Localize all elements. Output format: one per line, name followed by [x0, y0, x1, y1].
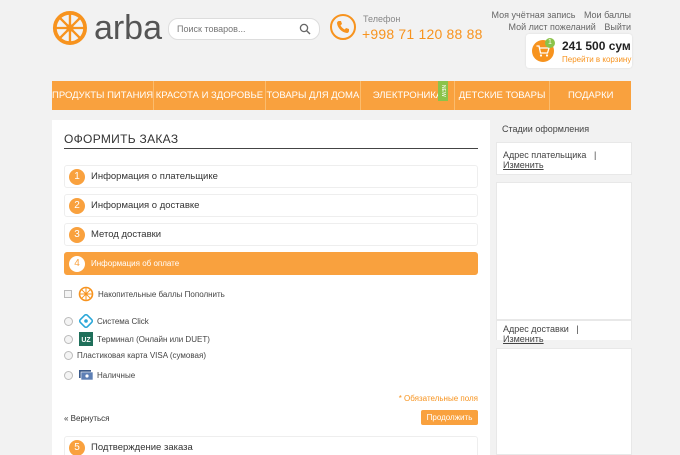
- change-delivery-address-link[interactable]: Изменить: [503, 334, 544, 344]
- cart-total: 241 500 сум: [562, 39, 631, 53]
- step-number: 5: [69, 439, 85, 455]
- delivery-address-label: Адрес доставки: [503, 324, 569, 334]
- click-icon: [79, 314, 93, 328]
- separator: |: [593, 150, 597, 160]
- option-terminal[interactable]: UZ Терминал (Онлайн или DUET): [64, 332, 210, 346]
- step-order-confirmation[interactable]: 5 Подтверждение заказа: [64, 436, 478, 455]
- arba-wheel-icon: [52, 10, 87, 46]
- payer-address-content: [496, 182, 632, 320]
- option-label: Пластиковая карта VISA (сумовая): [77, 351, 206, 360]
- payer-address-box: Адрес плательщика | Изменить: [496, 142, 632, 175]
- uz-icon-text: UZ: [81, 337, 91, 344]
- phone-icon: [330, 14, 356, 40]
- bonus-points-checkbox[interactable]: [64, 290, 72, 298]
- nav-item-gifts[interactable]: Подарки: [550, 81, 631, 110]
- account-links: Моя учётная запись Мои баллы Мой лист по…: [486, 9, 631, 33]
- option-label: Накопительные баллы Пополнить: [98, 289, 225, 299]
- sidebar-title: Стадии оформления: [502, 124, 590, 134]
- option-cash[interactable]: Наличные: [64, 369, 135, 381]
- nav-item-food[interactable]: Продукты питания: [52, 81, 155, 110]
- my-points-link[interactable]: Мои баллы: [584, 10, 631, 20]
- cart-count-badge: 1: [545, 38, 555, 48]
- step-label: Метод доставки: [91, 229, 162, 240]
- back-link[interactable]: « Вернуться: [64, 414, 110, 423]
- nav-item-home[interactable]: Товары для дома: [266, 81, 362, 110]
- step-label: Информация о доставке: [91, 200, 200, 211]
- phone-number: +998 71 120 88 88: [362, 26, 483, 42]
- cart-widget[interactable]: 1 241 500 сум Перейти в корзину: [526, 34, 632, 68]
- nav-item-beauty[interactable]: Красота и здоровье: [154, 81, 266, 110]
- search-box[interactable]: [168, 18, 320, 40]
- cash-icon: [79, 369, 93, 381]
- new-badge: NEW: [437, 81, 448, 101]
- category-nav: Продукты питания Красота и здоровье Това…: [52, 81, 631, 110]
- step-label: Подтверждение заказа: [91, 442, 193, 453]
- step-number: 1: [69, 168, 85, 185]
- uz-icon: UZ: [79, 332, 93, 346]
- logo[interactable]: arba: [52, 8, 162, 48]
- separator: |: [576, 324, 579, 334]
- logo-text: arba: [93, 9, 162, 47]
- phone-label: Телефон: [363, 14, 401, 24]
- my-account-link[interactable]: Моя учётная запись: [492, 10, 576, 20]
- option-click[interactable]: Система Click: [64, 314, 149, 328]
- page-title: ОФОРМИТЬ ЗАКАЗ: [64, 132, 179, 146]
- search-input[interactable]: [169, 24, 293, 34]
- continue-button[interactable]: Продолжить: [421, 410, 478, 425]
- search-icon[interactable]: [299, 23, 311, 35]
- click-radio[interactable]: [64, 316, 73, 326]
- required-fields-note: * Обязательные поля: [398, 394, 478, 403]
- step-label: Информация об оплате: [91, 259, 180, 268]
- option-label: Система Click: [97, 316, 149, 326]
- step-delivery-info[interactable]: 2 Информация о доставке: [64, 194, 478, 217]
- option-bonus-points[interactable]: Накопительные баллы Пополнить: [64, 286, 225, 302]
- change-payer-address-link[interactable]: Изменить: [503, 160, 544, 170]
- terminal-radio[interactable]: [64, 334, 73, 344]
- step-number: 4: [69, 255, 85, 272]
- step-number: 2: [69, 197, 85, 214]
- wishlist-link[interactable]: Мой лист пожеланий: [509, 22, 596, 32]
- visa-radio[interactable]: [64, 351, 73, 360]
- option-label: Терминал (Онлайн или DUET): [97, 334, 210, 344]
- title-divider: [64, 148, 478, 149]
- step-payment-info[interactable]: 4 Информация об оплате: [64, 252, 478, 275]
- delivery-address-box: Адрес доставки | Изменить: [496, 320, 632, 344]
- checkout-panel: ОФОРМИТЬ ЗАКАЗ 1 Информация о плательщик…: [52, 120, 490, 455]
- cash-radio[interactable]: [64, 370, 73, 380]
- logout-link[interactable]: Выйти: [604, 22, 631, 32]
- step-payer-info[interactable]: 1 Информация о плательщике: [64, 165, 478, 188]
- step-number: 3: [69, 226, 85, 243]
- arba-wheel-icon: [78, 286, 94, 302]
- go-to-cart-link[interactable]: Перейти в корзину: [562, 55, 631, 64]
- option-visa-card[interactable]: Пластиковая карта VISA (сумовая): [64, 351, 206, 360]
- nav-item-electronics[interactable]: Электроника NEW: [361, 81, 455, 110]
- option-label: Наличные: [97, 370, 136, 380]
- delivery-address-content: [496, 348, 632, 455]
- step-delivery-method[interactable]: 3 Метод доставки: [64, 223, 478, 246]
- payer-address-label: Адрес плательщика: [503, 150, 587, 160]
- step-label: Информация о плательщике: [91, 171, 218, 182]
- checkout-progress-sidebar: Стадии оформления Адрес плательщика | Из…: [496, 120, 632, 455]
- nav-item-kids[interactable]: Детские товары: [455, 81, 551, 110]
